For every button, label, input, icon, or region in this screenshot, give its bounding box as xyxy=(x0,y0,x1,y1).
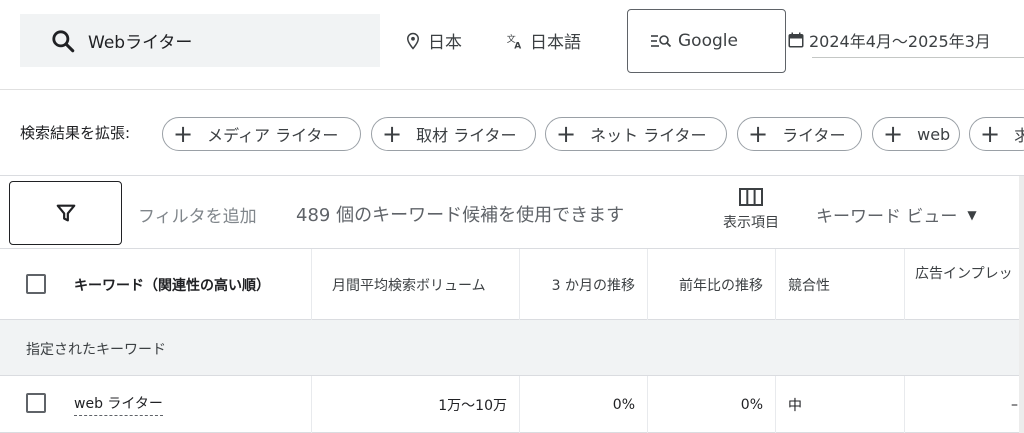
view-dropdown-label: キーワード ビュー xyxy=(816,207,958,227)
cell-yoy: 0% xyxy=(648,376,776,433)
expand-chip[interactable]: + 求 xyxy=(969,117,1024,151)
group-row-specified-keywords: 指定されたキーワード xyxy=(0,320,1024,376)
network-selector-button[interactable]: Google xyxy=(627,9,786,73)
cell-three-month: 0% xyxy=(520,376,648,433)
date-range-label: 2024年4月～2025年3月 xyxy=(809,32,991,51)
chip-label: メディア ライター xyxy=(207,126,339,145)
table-header: キーワード（関連性の高い順） 月間平均検索ボリューム 3 か月の推移 前年比の推… xyxy=(0,249,1024,320)
column-header-three-month[interactable]: 3 か月の推移 xyxy=(520,249,648,320)
column-header-yoy[interactable]: 前年比の推移 xyxy=(648,249,776,320)
column-header-volume[interactable]: 月間平均検索ボリューム xyxy=(312,249,520,320)
filter-button[interactable] xyxy=(9,181,122,245)
expand-chip[interactable]: + ライター xyxy=(737,117,862,151)
header-three-month-label: 3 か月の推移 xyxy=(551,277,635,294)
filter-icon xyxy=(56,204,75,222)
date-range-underline xyxy=(812,57,1024,58)
plus-icon: + xyxy=(748,120,769,148)
columns-label: 表示項目 xyxy=(723,215,779,231)
column-header-keyword[interactable]: キーワード（関連性の高い順） xyxy=(0,249,312,320)
expand-chip[interactable]: + 取材 ライター xyxy=(371,117,536,151)
date-range-selector[interactable]: 2024年4月～2025年3月 xyxy=(787,28,991,52)
volume-value: 1万～10万 xyxy=(438,397,507,414)
location-selector[interactable]: 日本 xyxy=(404,28,462,53)
competition-value: 中 xyxy=(788,397,802,414)
group-label: 指定されたキーワード xyxy=(26,342,166,358)
plus-icon: + xyxy=(980,120,1001,148)
dropdown-arrow-icon: ▼ xyxy=(967,207,977,222)
location-pin-icon xyxy=(406,32,420,50)
expand-chip[interactable]: + メディア ライター xyxy=(162,117,361,151)
plus-icon: + xyxy=(382,120,403,148)
search-query: Webライター xyxy=(88,33,193,53)
expand-chip[interactable]: + web xyxy=(872,117,960,151)
location-label: 日本 xyxy=(428,33,462,53)
chip-label: 取材 ライター xyxy=(416,126,517,145)
three-month-value: 0% xyxy=(612,396,635,413)
chip-label: web xyxy=(917,124,951,144)
plus-icon: + xyxy=(173,120,194,148)
svg-text:A: A xyxy=(514,41,521,50)
cell-volume: 1万～10万 xyxy=(312,376,520,433)
language-selector[interactable]: 文 A 日本語 xyxy=(506,28,581,53)
results-toolbar: フィルタを追加 489 個のキーワード候補を使用できます 表示項目 キーワード … xyxy=(0,176,1024,249)
header-competition-label: 競合性 xyxy=(788,277,830,294)
cell-impressions: – xyxy=(905,376,1024,433)
table-row[interactable]: web ライター 1万～10万 0% 0% 中 – xyxy=(0,376,1024,433)
network-label: Google xyxy=(678,31,738,51)
row-checkbox[interactable] xyxy=(26,393,46,413)
column-header-competition[interactable]: 競合性 xyxy=(776,249,905,320)
column-header-impressions[interactable]: 広告インプレッ xyxy=(905,249,1024,320)
search-input[interactable]: Webライター xyxy=(20,14,380,67)
chip-label: ライター xyxy=(782,126,846,145)
header-impressions-label: 広告インプレッ xyxy=(915,266,1013,282)
cell-competition: 中 xyxy=(776,376,905,433)
expand-results-row: 検索結果を拡張: + メディア ライター + 取材 ライター + ネット ライタ… xyxy=(0,90,1024,176)
chip-label: ネット ライター xyxy=(590,126,707,145)
search-icon xyxy=(52,29,75,52)
search-network-icon xyxy=(651,35,672,48)
calendar-icon xyxy=(788,32,804,48)
header-keyword-label: キーワード（関連性の高い順） xyxy=(74,277,270,294)
translate-icon: 文 A xyxy=(507,32,522,50)
plus-icon: + xyxy=(883,120,904,148)
language-label: 日本語 xyxy=(530,33,581,53)
header-yoy-label: 前年比の推移 xyxy=(679,277,763,294)
expand-label: 検索結果を拡張: xyxy=(20,124,131,142)
keyword-text[interactable]: web ライター xyxy=(74,393,163,416)
expand-chip[interactable]: + ネット ライター xyxy=(545,117,727,151)
keyword-candidates-count: 489 個のキーワード候補を使用できます xyxy=(296,205,625,226)
view-dropdown[interactable]: キーワード ビュー ▼ xyxy=(816,202,977,227)
plus-icon: + xyxy=(556,120,577,148)
select-all-checkbox[interactable] xyxy=(26,274,46,294)
yoy-value: 0% xyxy=(740,396,763,413)
chip-label: 求 xyxy=(1014,126,1024,145)
top-bar: Webライター 日本 文 A 日本語 Google 2024年4月～2025年3… xyxy=(0,0,1024,90)
horizontal-scroll-edge[interactable] xyxy=(1019,176,1024,433)
add-filter-link[interactable]: フィルタを追加 xyxy=(138,202,257,227)
columns-button[interactable]: 表示項目 xyxy=(716,188,786,232)
impressions-value: – xyxy=(1011,396,1018,413)
columns-icon xyxy=(739,188,763,206)
header-volume-label: 月間平均検索ボリューム xyxy=(332,277,486,294)
cell-keyword: web ライター xyxy=(0,376,312,433)
